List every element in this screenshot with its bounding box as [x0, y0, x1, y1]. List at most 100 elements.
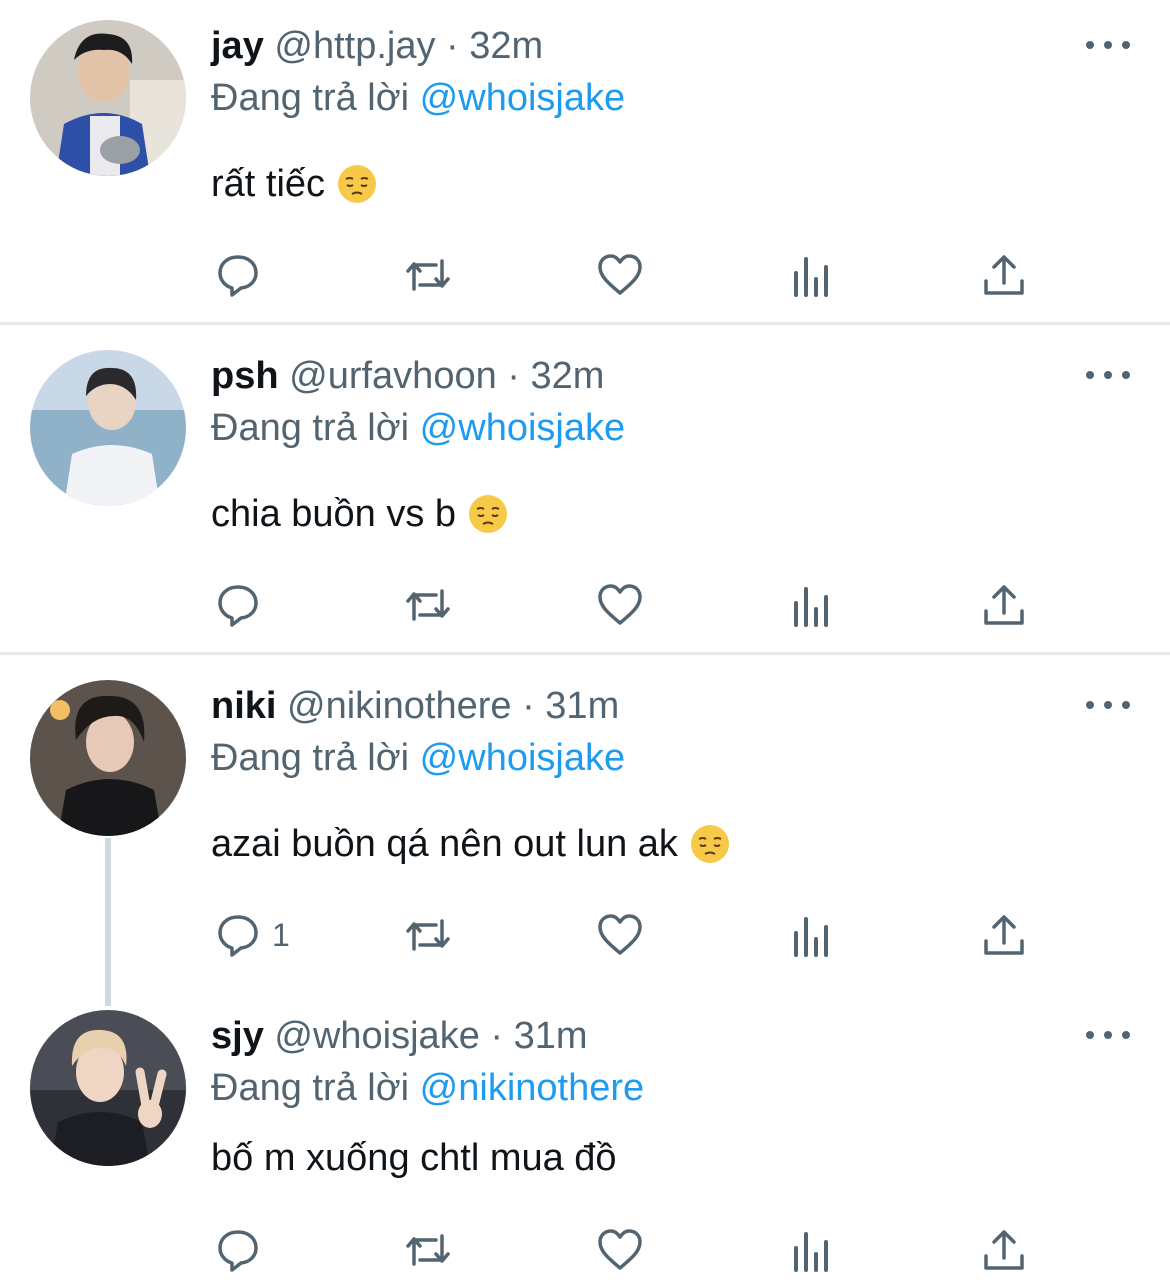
- separator-dot: ·: [522, 685, 535, 727]
- author-name[interactable]: psh: [211, 355, 279, 397]
- tweet-text-content: rất tiếc: [211, 163, 326, 205]
- avatar-niki[interactable]: [30, 680, 186, 836]
- author-handle[interactable]: @urfavhoon: [289, 355, 497, 397]
- share-upload-icon: [984, 1230, 1024, 1270]
- like-button[interactable]: [596, 905, 644, 965]
- more-options-icon[interactable]: [1086, 360, 1130, 390]
- views-button[interactable]: [788, 1220, 836, 1280]
- replying-to: Đang trả lời @whoisjake: [211, 732, 625, 784]
- reply-button[interactable]: [214, 575, 272, 635]
- replying-to-label: Đang trả lời: [211, 1067, 410, 1109]
- views-button[interactable]: [788, 575, 836, 635]
- heart-icon: [598, 584, 642, 625]
- reply-count: 1: [272, 916, 290, 953]
- reply-button[interactable]: [214, 1220, 272, 1280]
- tweet-3[interactable]: niki @nikinothere · 31m Đang trả lời @wh…: [0, 680, 1170, 980]
- views-button[interactable]: [788, 905, 836, 965]
- tweet-text: azai buồn qá nên out lun ak: [211, 818, 730, 870]
- author-handle[interactable]: @whoisjake: [274, 1015, 479, 1057]
- share-button[interactable]: [980, 575, 1028, 635]
- tweet-text: chia buồn vs b: [211, 488, 508, 540]
- tweet-text: bố m xuống chtl mua đồ: [211, 1132, 617, 1184]
- pensive-face-emoji: [469, 495, 508, 533]
- avatar-sjy[interactable]: [30, 1010, 186, 1166]
- share-button[interactable]: [980, 905, 1028, 965]
- more-options-icon[interactable]: [1086, 30, 1130, 60]
- retweet-button[interactable]: [404, 245, 452, 305]
- author-handle[interactable]: @nikinothere: [287, 685, 511, 727]
- share-button[interactable]: [980, 245, 1028, 305]
- tweet-header: sjy @whoisjake · 31m: [211, 1010, 588, 1062]
- views-bar-chart-icon: [794, 1232, 828, 1272]
- tweet-1[interactable]: jay @http.jay · 32m Đang trả lời @whoisj…: [0, 20, 1170, 320]
- avatar-jay[interactable]: [30, 20, 186, 176]
- share-upload-icon: [984, 915, 1024, 955]
- replying-to-label: Đang trả lời: [211, 737, 410, 779]
- tweet-actions: [0, 1220, 1170, 1280]
- tweet-actions: [0, 245, 1170, 305]
- replying-to-label: Đang trả lời: [211, 77, 410, 119]
- tweet-2[interactable]: psh @urfavhoon · 32m Đang trả lời @whois…: [0, 350, 1170, 650]
- tweet-header: jay @http.jay · 32m: [211, 20, 543, 72]
- tweet-text-content: chia buồn vs b: [211, 493, 457, 535]
- author-name[interactable]: sjy: [211, 1015, 264, 1057]
- separator-dot: ·: [507, 355, 520, 397]
- retweet-button[interactable]: [404, 1220, 452, 1280]
- tweet-header: psh @urfavhoon · 32m: [211, 350, 604, 402]
- views-bar-chart-icon: [794, 257, 828, 297]
- timestamp[interactable]: 31m: [514, 1015, 588, 1057]
- separator-dot: ·: [446, 25, 459, 67]
- share-upload-icon: [984, 585, 1024, 625]
- heart-icon: [598, 914, 642, 955]
- pensive-face-emoji: [338, 165, 377, 203]
- retweet-button[interactable]: [404, 575, 452, 635]
- reply-bubble-icon: [218, 585, 258, 627]
- tweet-header: niki @nikinothere · 31m: [211, 680, 619, 732]
- retweet-icon: [406, 259, 450, 291]
- replying-to: Đang trả lời @nikinothere: [211, 1062, 644, 1114]
- tweet-4[interactable]: sjy @whoisjake · 31m Đang trả lời @nikin…: [0, 1010, 1170, 1285]
- like-button[interactable]: [596, 575, 644, 635]
- like-button[interactable]: [596, 1220, 644, 1280]
- replying-to-mention[interactable]: @whoisjake: [420, 407, 625, 449]
- replying-to-mention[interactable]: @whoisjake: [420, 737, 625, 779]
- pensive-face-emoji: [690, 825, 729, 863]
- reply-bubble-icon: [218, 915, 258, 957]
- heart-icon: [598, 1229, 642, 1270]
- retweet-button[interactable]: [404, 905, 452, 965]
- reply-bubble-icon: [218, 255, 258, 297]
- replying-to-mention[interactable]: @whoisjake: [420, 77, 625, 119]
- tweet-text-content: bố m xuống chtl mua đồ: [211, 1137, 617, 1179]
- views-button[interactable]: [788, 245, 836, 305]
- tweet-text: rất tiếc: [211, 158, 377, 210]
- replying-to-mention[interactable]: @nikinothere: [420, 1067, 644, 1109]
- timestamp[interactable]: 31m: [545, 685, 619, 727]
- author-name[interactable]: jay: [211, 25, 264, 67]
- replying-to: Đang trả lời @whoisjake: [211, 402, 625, 454]
- retweet-icon: [406, 919, 450, 951]
- tweet-text-content: azai buồn qá nên out lun ak: [211, 823, 678, 865]
- like-button[interactable]: [596, 245, 644, 305]
- tweet-divider: [0, 652, 1170, 655]
- heart-icon: [598, 254, 642, 295]
- avatar-psh[interactable]: [30, 350, 186, 506]
- retweet-icon: [406, 1234, 450, 1266]
- tweet-actions: 1: [0, 905, 1170, 965]
- replying-to: Đang trả lời @whoisjake: [211, 72, 625, 124]
- reply-button[interactable]: [214, 245, 272, 305]
- timestamp[interactable]: 32m: [469, 25, 543, 67]
- more-options-icon[interactable]: [1086, 1020, 1130, 1050]
- replying-to-label: Đang trả lời: [211, 407, 410, 449]
- author-name[interactable]: niki: [211, 685, 276, 727]
- share-button[interactable]: [980, 1220, 1028, 1280]
- retweet-icon: [406, 589, 450, 621]
- tweet-divider: [0, 322, 1170, 325]
- tweet-actions: [0, 575, 1170, 635]
- more-options-icon[interactable]: [1086, 690, 1130, 720]
- separator-dot: ·: [490, 1015, 504, 1057]
- views-bar-chart-icon: [794, 587, 828, 627]
- views-bar-chart-icon: [794, 917, 828, 957]
- author-handle[interactable]: @http.jay: [274, 25, 435, 67]
- timestamp[interactable]: 32m: [531, 355, 605, 397]
- reply-button[interactable]: 1: [214, 905, 290, 965]
